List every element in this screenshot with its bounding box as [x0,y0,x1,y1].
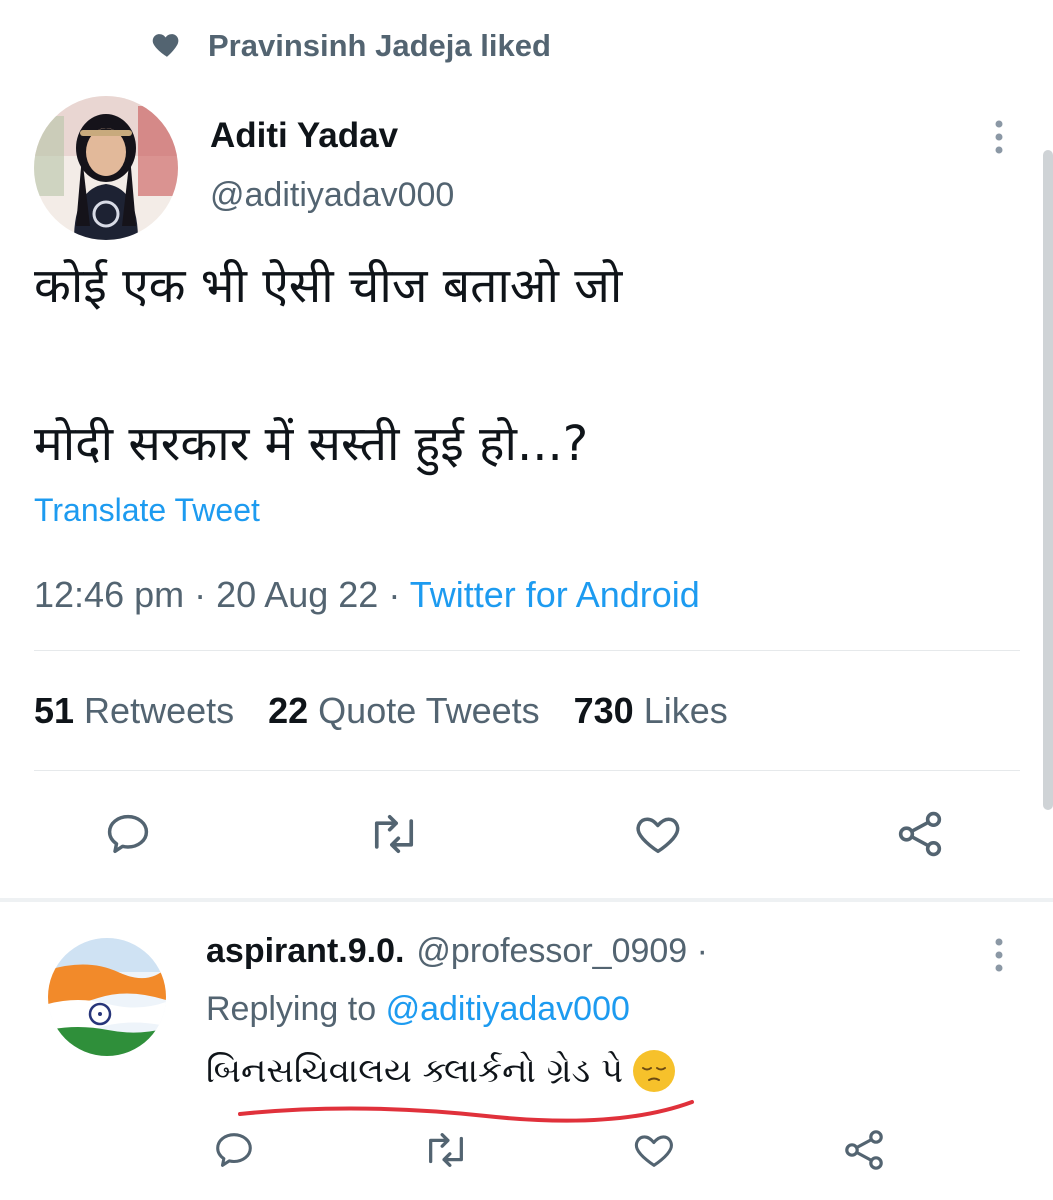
author-avatar[interactable] [34,96,178,240]
meta-separator: · [388,574,401,615]
likes-stat[interactable]: 730 Likes [574,690,728,732]
reply-more-options-icon[interactable] [988,936,1010,976]
reply-like-button[interactable] [626,1124,682,1180]
reply-avatar[interactable] [48,938,166,1056]
retweets-count: 51 [34,690,75,731]
heart-icon [150,27,184,66]
reply-retweet-button[interactable] [418,1124,474,1180]
reply-reply-button[interactable] [206,1124,262,1180]
reply-icon [211,1127,257,1178]
reply-icon [102,808,154,865]
retweet-icon [366,808,422,865]
tweet-source-link[interactable]: Twitter for Android [410,574,700,615]
reply-share-button[interactable] [836,1124,892,1180]
translate-tweet-link[interactable]: Translate Tweet [34,492,260,529]
share-icon [893,807,947,866]
share-button[interactable] [892,808,948,864]
share-icon [840,1126,888,1179]
replying-to-handle-link[interactable]: @aditiyadav000 [386,990,630,1028]
retweet-button[interactable] [366,808,422,864]
quote-tweets-count: 22 [268,690,309,731]
retweets-label: Retweets [84,690,235,731]
reply-header: aspirant.9.0. @professor_0909 · [206,932,708,971]
thread-separator [0,898,1053,902]
replying-prefix: Replying to [206,990,377,1028]
divider [34,770,1020,771]
pensive-face-icon [633,1050,676,1092]
retweet-icon [421,1127,471,1178]
divider [34,650,1020,651]
retweets-stat[interactable]: 51 Retweets [34,690,234,732]
quote-tweets-stat[interactable]: 22 Quote Tweets [268,690,540,732]
heart-outline-icon [631,808,685,865]
reply-text-content: બિનસચિવાલય ક્લાર્કનો ગ્રેડ પે [206,1051,624,1091]
tweet-meta: 12:46 pm · 20 Aug 22 · Twitter for Andro… [34,574,700,616]
quote-tweets-label: Quote Tweets [318,690,540,731]
reply-text: બિનસચિવાલય ક્લાર્કનો ગ્રેડ પે [206,1050,676,1092]
like-button[interactable] [630,808,686,864]
replying-to: Replying to @aditiyadav000 [206,990,630,1029]
reply-author-name[interactable]: aspirant.9.0. [206,932,404,970]
meta-separator: · [194,574,207,615]
likes-label: Likes [643,690,728,731]
tweet-date[interactable]: 20 Aug 22 [216,574,378,615]
tweet-stats: 51 Retweets 22 Quote Tweets 730 Likes [34,690,728,732]
author-handle[interactable]: @aditiyadav000 [210,176,454,215]
tweet-text-line-2: मोदी सरकार में सस्ती हुई हो...? [34,416,589,472]
liked-by-text: Pravinsinh Jadeja liked [208,28,551,63]
heart-outline-icon [630,1127,678,1178]
more-options-icon[interactable] [988,118,1010,158]
likes-count: 730 [573,690,634,731]
scrollbar[interactable] [1043,150,1053,810]
tweet-time[interactable]: 12:46 pm [34,574,184,615]
social-context[interactable]: Pravinsinh Jadeja liked [150,24,551,68]
reply-button[interactable] [100,808,156,864]
tweet-text-line-1: कोई एक भी ऐसी चीज बताओ जो [34,258,623,314]
author-name[interactable]: Aditi Yadav [210,116,398,156]
reply-author-handle[interactable]: @professor_0909 · [416,932,708,970]
